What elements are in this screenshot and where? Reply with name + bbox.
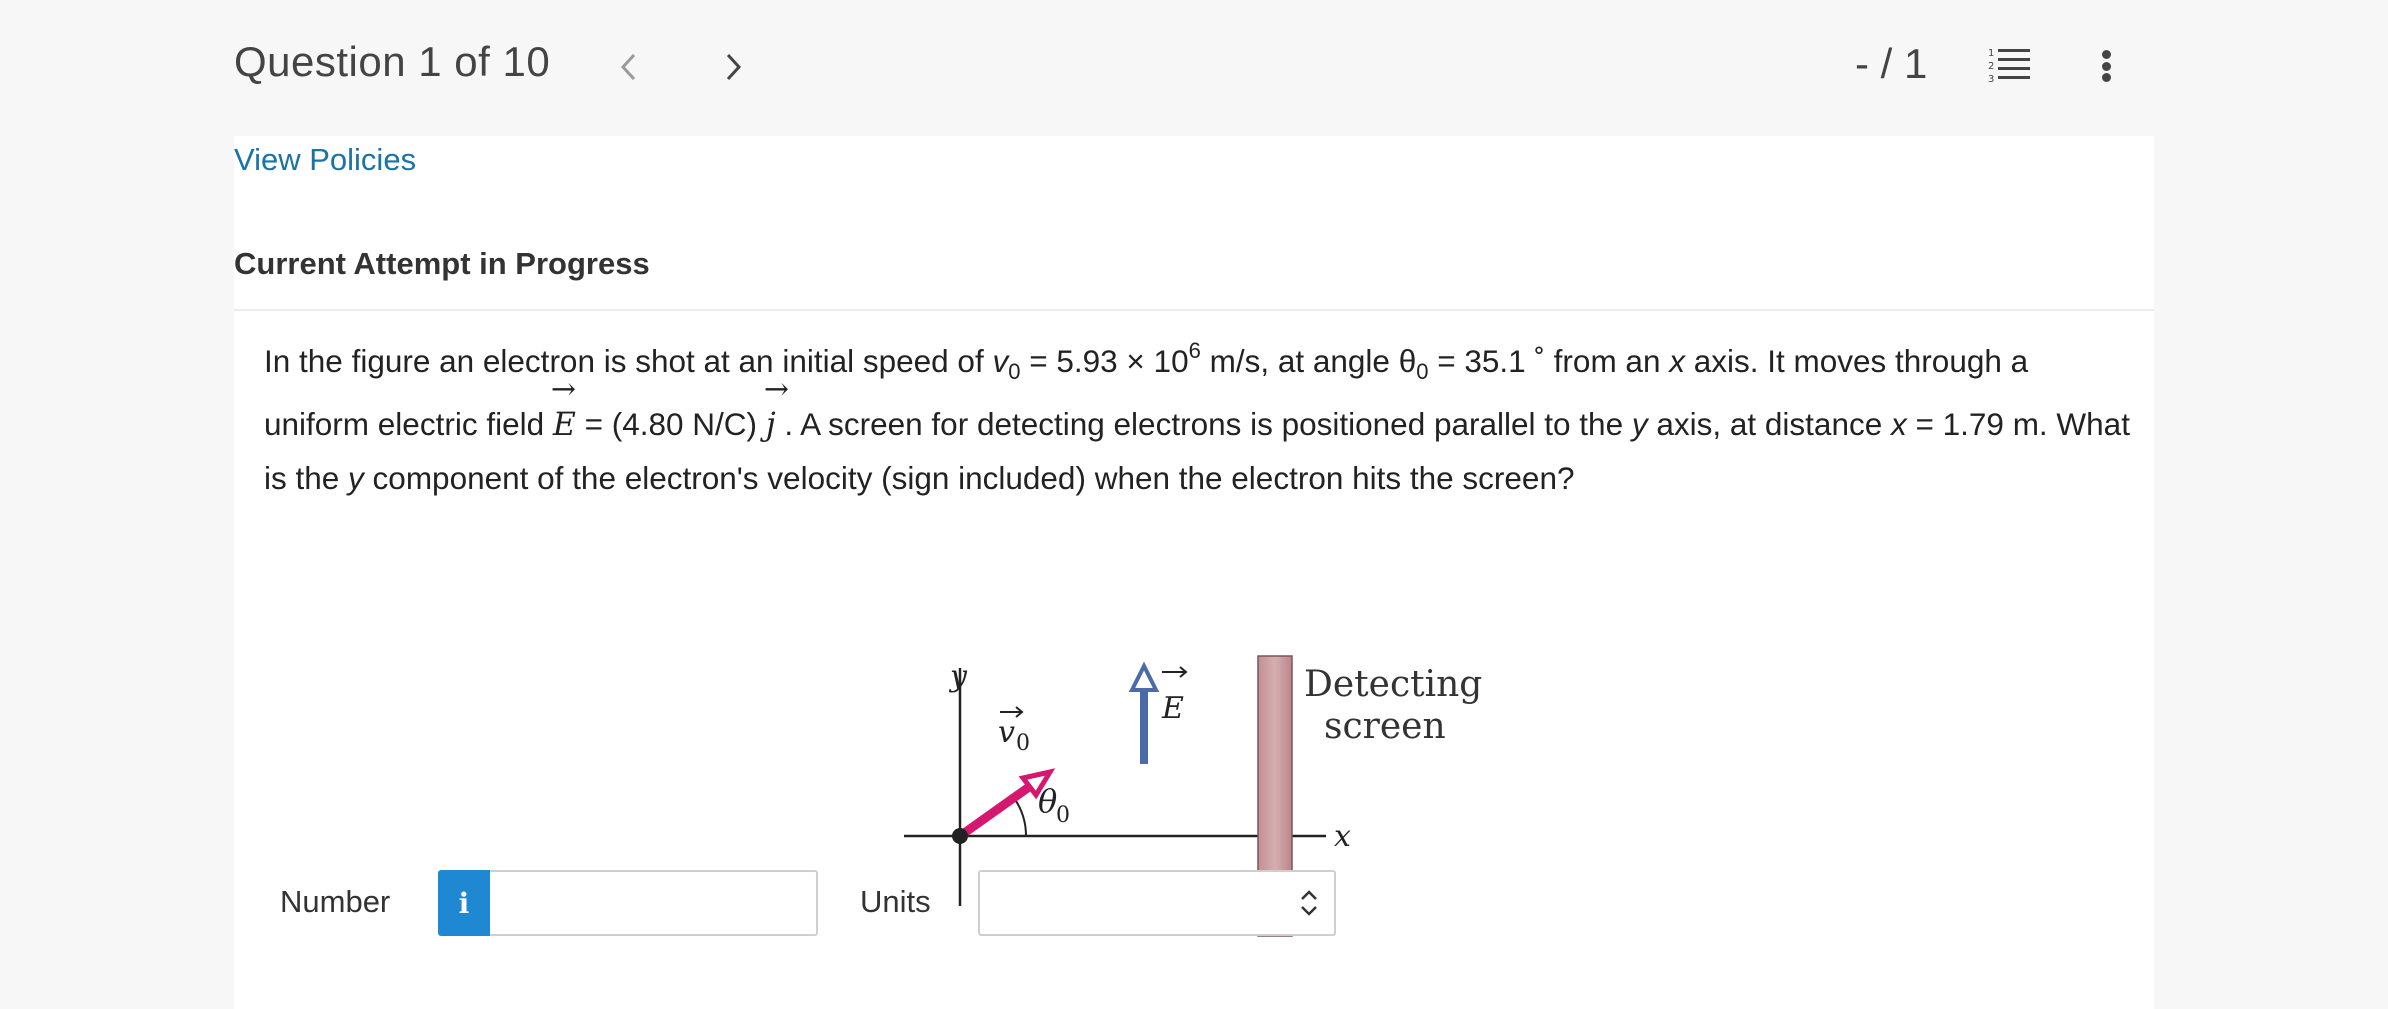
numbered-list-icon: 1 2 3 xyxy=(1988,48,2030,85)
screen-label-line1: Detecting xyxy=(1304,664,1482,705)
divider xyxy=(234,309,2154,311)
field-vector-arrow-mark xyxy=(1162,666,1188,678)
info-icon: i xyxy=(458,886,470,920)
field-vector-symbol: E xyxy=(551,363,576,452)
angle-arc xyxy=(1013,797,1028,837)
svg-text:1: 1 xyxy=(1988,48,1994,59)
attempt-heading: Current Attempt in Progress xyxy=(234,246,650,281)
more-options-button[interactable] xyxy=(2090,44,2122,88)
more-vertical-icon xyxy=(2101,50,2111,59)
velocity-label: v xyxy=(998,715,1015,750)
number-label: Number xyxy=(280,884,391,919)
svg-text:3: 3 xyxy=(1988,74,1994,85)
field-arrowhead xyxy=(1128,661,1160,692)
question-list-button[interactable]: 1 2 3 xyxy=(1988,46,2032,86)
angle-label-sub: 0 xyxy=(1056,803,1070,828)
unit-vector-j: j xyxy=(764,363,789,452)
svg-text:2: 2 xyxy=(1988,61,1994,72)
view-policies-link[interactable]: View Policies xyxy=(234,142,416,178)
chevron-right-icon xyxy=(726,53,742,81)
electron xyxy=(952,828,968,844)
question-panel: View Policies Current Attempt in Progres… xyxy=(234,136,2154,1009)
score-display: - / 1 xyxy=(1855,40,1928,87)
units-label: Units xyxy=(860,884,931,919)
angle-label: θ xyxy=(1038,782,1057,820)
info-button[interactable]: i xyxy=(438,870,490,936)
field-label: E xyxy=(1161,691,1184,726)
question-counter: Question 1 of 10 xyxy=(234,38,551,85)
question-header: Question 1 of 10 - / 1 1 2 3 xyxy=(0,0,2388,136)
x-axis-label: x xyxy=(1334,819,1351,854)
units-select[interactable] xyxy=(978,870,1336,936)
previous-question-button[interactable] xyxy=(606,42,650,92)
chevron-left-icon xyxy=(620,53,636,81)
next-question-button[interactable] xyxy=(712,42,756,92)
number-input[interactable] xyxy=(490,870,818,936)
screen-label-line2: screen xyxy=(1324,706,1446,747)
select-updown-icon xyxy=(1301,890,1317,916)
velocity-label-sub: 0 xyxy=(1016,731,1030,756)
question-text: In the figure an electron is shot at an … xyxy=(264,324,2134,505)
y-axis-label: y xyxy=(948,659,968,694)
